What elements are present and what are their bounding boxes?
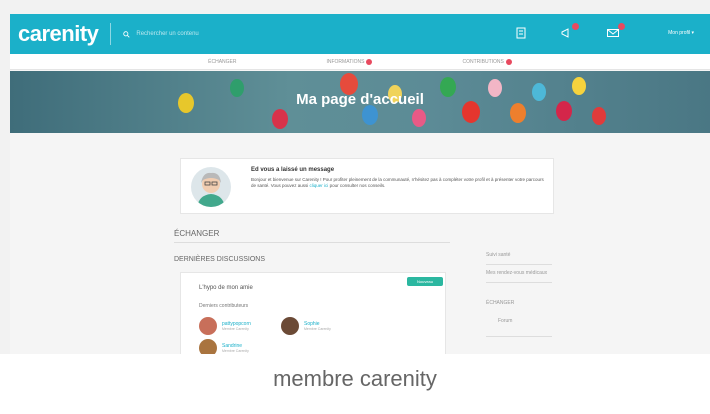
discussion-card[interactable]: Nouveau L'hypo de mon amie Derniers cont… [180, 272, 446, 354]
subnav-label: INFORMATIONS [326, 58, 365, 65]
message-body: Bonjour et bienvenue sur Carenity ! Pour… [251, 177, 547, 190]
member-meta: Membre Carenity [222, 327, 249, 331]
avatar [199, 339, 217, 354]
logo-text: carenity [18, 21, 99, 46]
discussion-title[interactable]: L'hypo de mon amie [199, 285, 253, 291]
subnav-contributions[interactable]: CONTRIBUTIONS [462, 58, 512, 65]
subnav-informations[interactable]: INFORMATIONS [326, 58, 373, 65]
mail-icon[interactable] [606, 23, 625, 40]
search-input[interactable]: Rechercher un contenu [136, 31, 198, 37]
sidebar-label: Suivi santé [486, 252, 511, 258]
search-icon [123, 30, 130, 38]
subnav-label: ÉCHANGER [208, 58, 237, 65]
image-caption: membre carenity [273, 366, 437, 391]
section-title-discussions: DERNIÈRES DISCUSSIONS [174, 256, 266, 263]
caption-area: membre carenity [0, 354, 710, 414]
balloon [592, 107, 606, 125]
balloon-banner: Ma page d'accueil [10, 71, 710, 133]
member-meta: Membre Carenity [304, 327, 331, 331]
divider [486, 264, 552, 265]
balloon [272, 109, 288, 129]
subnav-echanger[interactable]: ÉCHANGER [208, 59, 236, 65]
balloon [412, 109, 426, 127]
subnav-label: CONTRIBUTIONS [462, 58, 504, 65]
megaphone-icon[interactable] [560, 23, 579, 40]
top-bar: carenity Rechercher un contenu Mon profi… [10, 14, 710, 54]
header-divider [110, 23, 112, 45]
divider [486, 282, 552, 283]
divider [174, 242, 450, 243]
member-meta: Membre Carenity [222, 349, 249, 353]
list-item[interactable]: pattypopcorn Membre Carenity [199, 317, 251, 335]
sub-navigation: ÉCHANGER INFORMATIONS CONTRIBUTIONS [10, 54, 710, 70]
divider [486, 336, 552, 337]
message-title: Ed vous a laissé un message [251, 167, 335, 173]
sidebar-link[interactable]: Mes rendez-vous médicaux [486, 270, 547, 276]
subnav-badge [366, 58, 373, 65]
document-icon[interactable] [514, 26, 528, 40]
avatar [191, 167, 231, 207]
message-link[interactable]: cliquer ici [310, 183, 329, 188]
message-text: pour consulter nos conseils. [328, 183, 386, 189]
avatar [199, 317, 217, 335]
notification-badge [572, 23, 579, 30]
new-tag: Nouveau [407, 277, 443, 286]
contributors-label: Derniers contributeurs [199, 303, 249, 309]
balloon [362, 105, 378, 125]
section-title-exchange: ÉCHANGER [174, 229, 220, 238]
list-item[interactable]: Sophie Membre Carenity [281, 317, 331, 335]
sidebar-link[interactable]: Forum [498, 318, 512, 324]
list-item[interactable]: Sandrine Membre Carenity [199, 339, 249, 354]
sidebar-label: ÉCHANGER [486, 300, 515, 306]
header-icons [514, 23, 625, 40]
screenshot-frame: carenity Rechercher un contenu Mon profi… [10, 14, 710, 354]
avatar [281, 317, 299, 335]
message-text: Bonjour et bienvenue sur Carenity ! Pour… [251, 177, 544, 189]
message-badge [618, 23, 625, 30]
search-box[interactable]: Rechercher un contenu [123, 30, 199, 38]
user-menu[interactable]: Mon profil ▾ [668, 30, 694, 36]
logo[interactable]: carenity [18, 21, 99, 47]
subnav-badge [505, 58, 512, 65]
page-title: Ma page d'accueil [296, 91, 424, 108]
welcome-message-card: Ed vous a laissé un message Bonjour et b… [180, 158, 554, 214]
